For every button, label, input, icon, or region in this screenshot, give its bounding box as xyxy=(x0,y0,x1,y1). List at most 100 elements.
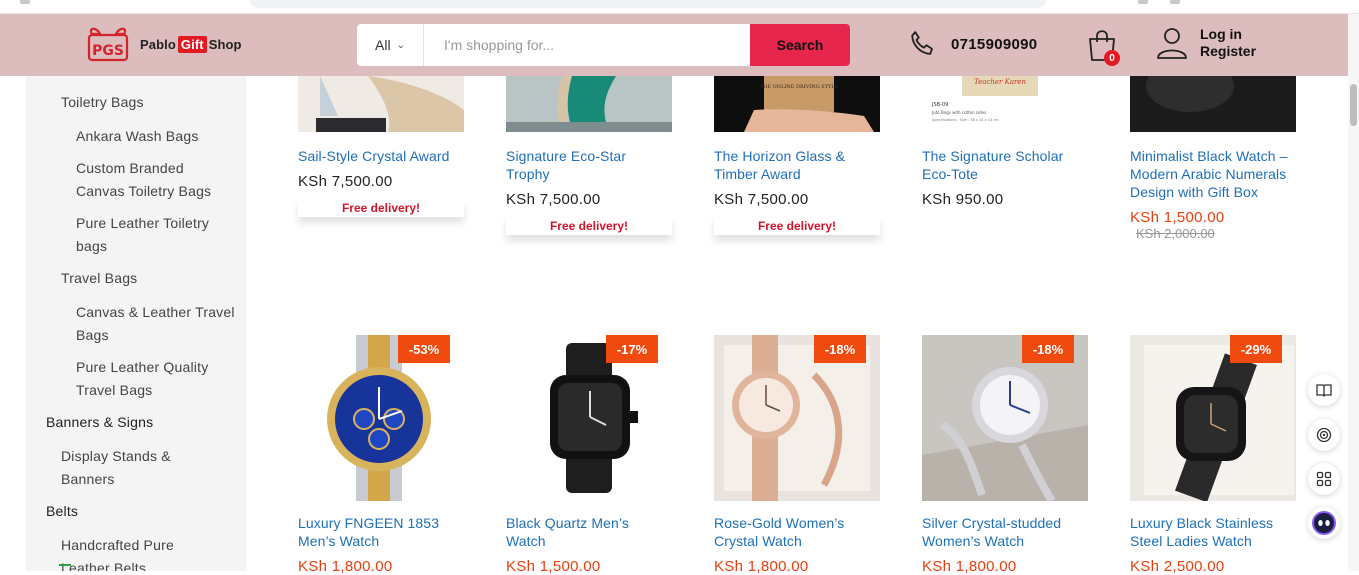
sidebar-item-toiletry-bags[interactable]: Toiletry Bags xyxy=(61,91,144,114)
product-price: KSh 7,500.00 xyxy=(298,173,393,190)
discount-badge: -18% xyxy=(814,335,866,363)
product-image[interactable]: -17% xyxy=(506,335,672,501)
logo-word: Pablo xyxy=(140,36,176,52)
product-image[interactable]: -29% xyxy=(1130,335,1296,501)
product-title[interactable]: Silver Crystal-studded Women’s Watch xyxy=(922,514,1088,550)
product-title[interactable]: Luxury FNGEEN 1853 Men’s Watch xyxy=(298,514,464,550)
apps-icon xyxy=(1316,471,1332,487)
discount-badge: -17% xyxy=(606,335,658,363)
product-sale-price: KSh 1,500.00 xyxy=(506,558,601,575)
apps-button[interactable] xyxy=(1308,463,1340,495)
search-button[interactable]: Search xyxy=(750,24,850,66)
gift-logo-icon: PGS xyxy=(87,27,129,62)
discount-badge: -18% xyxy=(1022,335,1074,363)
product-image[interactable]: Teacher Karen JSB-09 Jute Bags with cott… xyxy=(922,76,1088,132)
podcast-button[interactable] xyxy=(1308,419,1340,451)
cart-button[interactable]: 0 xyxy=(1086,28,1122,66)
sidebar-item-pure-leather-travel[interactable]: Pure Leather Quality Travel Bags xyxy=(76,356,236,402)
back-icon[interactable] xyxy=(20,0,30,4)
horizon-award-image: THE ONLINE DRIVING STYLE xyxy=(714,76,880,132)
svg-text:Specifications : Size : 38 x 3: Specifications : Size : 38 x 34 x 14 cm xyxy=(932,118,999,122)
product-card[interactable]: Teacher Karen JSB-09 Jute Bags with cott… xyxy=(922,76,1088,208)
sidebar-item-pure-leather-toiletry[interactable]: Pure Leather Toiletry bags xyxy=(76,212,236,258)
product-card[interactable]: Sail-Style Crystal Award KSh 7,500.00 Fr… xyxy=(298,76,464,217)
address-bar[interactable] xyxy=(250,0,1046,8)
logo-word-highlight: Gift xyxy=(177,35,207,53)
product-title[interactable]: Luxury Black Stainless Steel Ladies Watc… xyxy=(1130,514,1296,550)
svg-text:Jute Bags with cotton sides: Jute Bags with cotton sides xyxy=(931,110,986,115)
sidebar-item-leather-belts[interactable]: Handcrafted Pure Leather Belts xyxy=(61,534,211,571)
product-image[interactable] xyxy=(1130,76,1296,132)
eco-tote-image: Teacher Karen JSB-09 Jute Bags with cott… xyxy=(922,76,1088,132)
product-image[interactable]: -53% xyxy=(298,335,464,501)
sidebar-item-ankara-wash-bags[interactable]: Ankara Wash Bags xyxy=(76,125,236,148)
sidebar-item-belts[interactable]: Belts xyxy=(46,500,78,523)
product-image[interactable] xyxy=(298,76,464,132)
book-button[interactable] xyxy=(1308,374,1340,406)
page-scrollbar[interactable] xyxy=(1348,14,1359,571)
green-marker xyxy=(59,564,71,568)
product-price: KSh 7,500.00 xyxy=(506,191,601,208)
svg-text:THE ONLINE DRIVING STYLE: THE ONLINE DRIVING STYLE xyxy=(760,84,839,90)
svg-text:Teacher Karen: Teacher Karen xyxy=(974,78,1026,86)
assistant-button[interactable] xyxy=(1308,507,1340,539)
sidebar-item-display-stands[interactable]: Display Stands & Banners xyxy=(61,445,201,491)
sidebar-item-banners-signs[interactable]: Banners & Signs xyxy=(46,411,153,434)
product-title[interactable]: The Horizon Glass & Timber Award xyxy=(714,147,880,183)
product-title[interactable]: Black Quartz Men’s Watch xyxy=(506,514,672,550)
search-bar: All ⌄ Search xyxy=(357,24,850,66)
product-card[interactable]: -18% Rose-Gold Women’s Crystal Watch KSh… xyxy=(714,335,880,575)
book-icon xyxy=(1316,384,1332,397)
discount-badge: -53% xyxy=(398,335,450,363)
product-title[interactable]: Minimalist Black Watch – Modern Arabic N… xyxy=(1130,147,1296,201)
product-card[interactable]: Minimalist Black Watch – Modern Arabic N… xyxy=(1130,76,1296,241)
product-old-price: KSh 2,000.00 xyxy=(1136,226,1215,241)
product-card[interactable]: THE ONLINE DRIVING STYLE The Horizon Gla… xyxy=(714,76,880,235)
search-category-select[interactable]: All ⌄ xyxy=(357,24,424,66)
category-sidebar: Toiletry Bags Ankara Wash Bags Custom Br… xyxy=(26,76,247,571)
login-link[interactable]: Log in xyxy=(1200,26,1256,43)
product-card[interactable]: -17% Black Quartz Men’s Watch KSh 1,500.… xyxy=(506,335,672,575)
eco-star-trophy-image xyxy=(506,76,672,132)
product-card[interactable]: Signature Eco-Star Trophy KSh 7,500.00 F… xyxy=(506,76,672,235)
logo-word: Shop xyxy=(208,36,242,52)
free-delivery-label: Free delivery! xyxy=(714,217,880,235)
product-image[interactable]: -18% xyxy=(922,335,1088,501)
sidebar-item-travel-bags[interactable]: Travel Bags xyxy=(61,267,137,290)
scrollbar-thumb[interactable] xyxy=(1350,84,1357,126)
product-card[interactable]: -29% Luxury Black Stainless Steel Ladies… xyxy=(1130,335,1296,575)
phone-number: 0715909090 xyxy=(951,35,1038,53)
logo-wordmark: Pablo Gift Shop xyxy=(140,35,242,53)
register-link[interactable]: Register xyxy=(1200,43,1256,60)
sidebar-item-custom-branded-canvas[interactable]: Custom Branded Canvas Toiletry Bags xyxy=(76,157,236,203)
product-title[interactable]: The Signature Scholar Eco-Tote xyxy=(922,147,1088,183)
product-image[interactable] xyxy=(506,76,672,132)
product-card[interactable]: -53% Luxury FNGEEN 1853 Men’s Watch KSh … xyxy=(298,335,464,575)
sidebar-item-canvas-leather-travel[interactable]: Canvas & Leather Travel Bags xyxy=(76,301,236,347)
product-title[interactable]: Signature Eco-Star Trophy xyxy=(506,147,672,183)
product-sale-price: KSh 1,500.00 xyxy=(1130,209,1225,226)
product-image[interactable]: -18% xyxy=(714,335,880,501)
account-link[interactable]: Log in Register xyxy=(1156,26,1256,60)
product-title[interactable]: Sail-Style Crystal Award xyxy=(298,147,464,165)
chevron-down-icon: ⌄ xyxy=(396,39,405,51)
minimalist-watch-image xyxy=(1130,76,1296,132)
search-input[interactable] xyxy=(424,24,750,66)
podcast-icon xyxy=(1316,427,1332,443)
product-card[interactable]: -18% Silver Crystal-studded Women’s Watc… xyxy=(922,335,1088,575)
site-header: PGS Pablo Gift Shop All ⌄ Search 0715909… xyxy=(0,14,1348,76)
phone-contact[interactable]: 0715909090 xyxy=(907,29,1037,59)
product-sale-price: KSh 2,500.00 xyxy=(1130,558,1225,575)
product-image[interactable]: THE ONLINE DRIVING STYLE xyxy=(714,76,880,132)
toolbar-icon[interactable] xyxy=(1138,0,1148,4)
cart-count-badge: 0 xyxy=(1104,50,1120,66)
toolbar-icon[interactable] xyxy=(1170,0,1180,4)
product-price: KSh 7,500.00 xyxy=(714,191,809,208)
product-sale-price: KSh 1,800.00 xyxy=(714,558,809,575)
discount-badge: -29% xyxy=(1230,335,1282,363)
site-logo[interactable]: PGS Pablo Gift Shop xyxy=(86,26,242,62)
free-delivery-label: Free delivery! xyxy=(506,217,672,235)
svg-text:PGS: PGS xyxy=(92,43,124,59)
bot-icon xyxy=(1312,511,1336,535)
product-title[interactable]: Rose-Gold Women’s Crystal Watch xyxy=(714,514,880,550)
